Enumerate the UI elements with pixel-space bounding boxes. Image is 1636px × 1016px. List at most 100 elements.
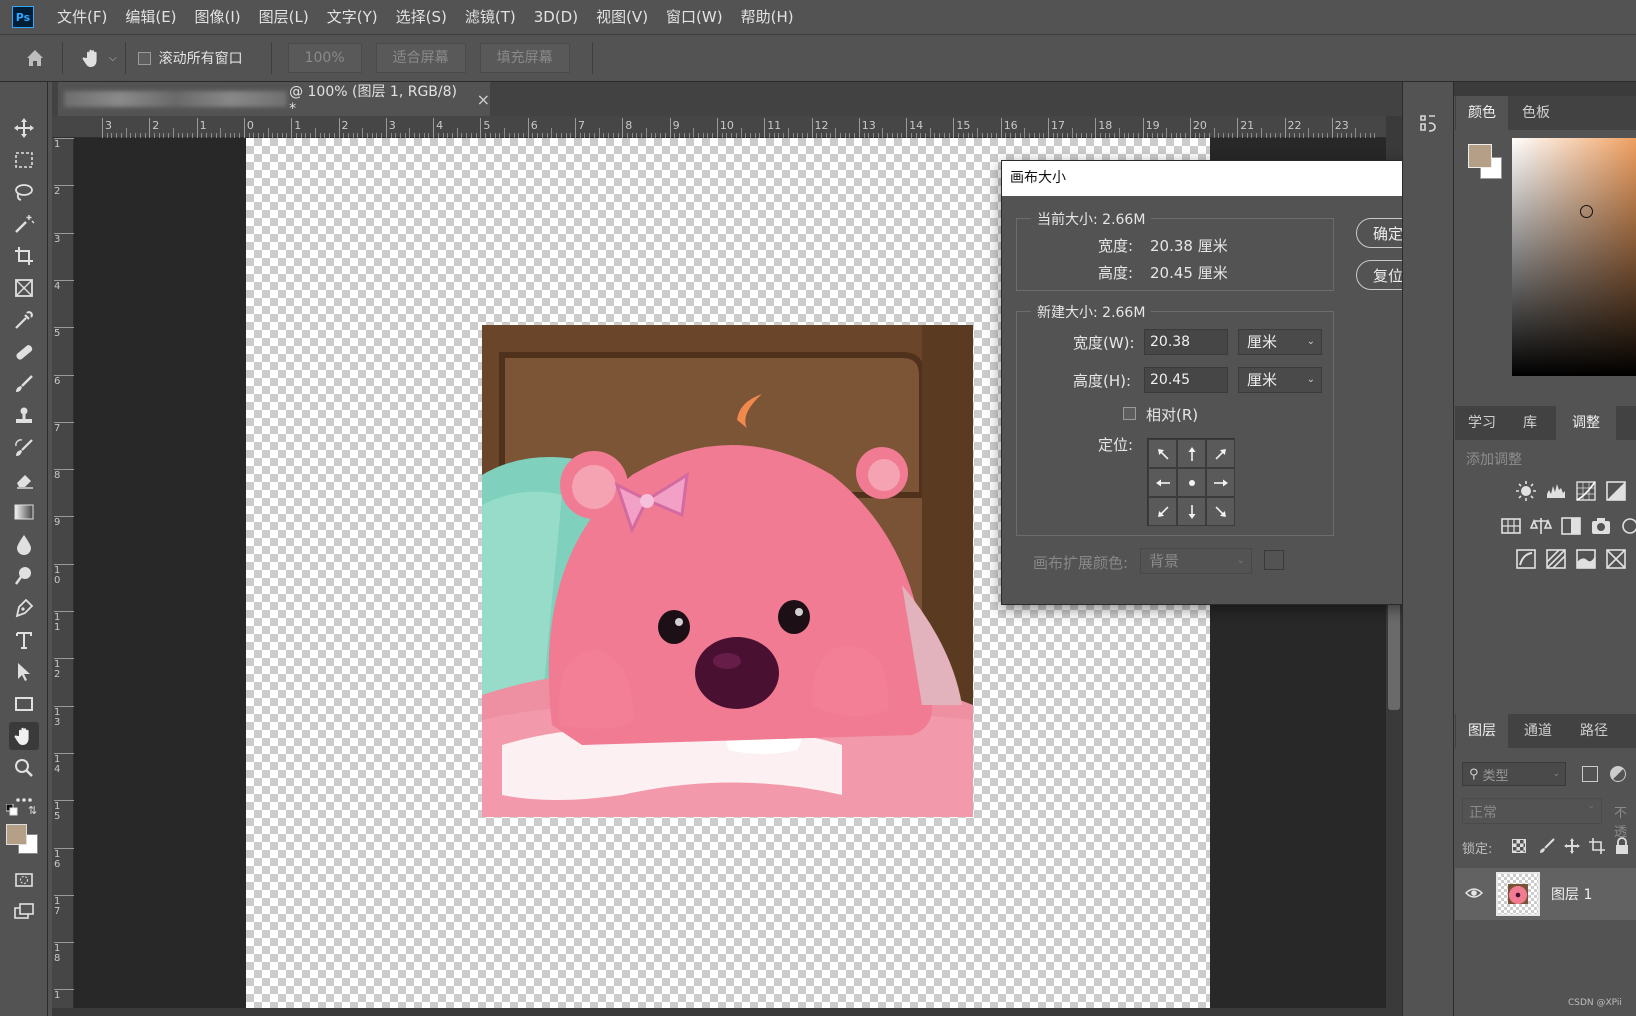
black-white-icon[interactable]: [1560, 515, 1582, 537]
pen-tool-icon[interactable]: [9, 594, 39, 622]
anchor-nw-icon[interactable]: [1148, 439, 1177, 468]
scroll-all-checkbox[interactable]: [137, 51, 151, 65]
eraser-icon[interactable]: [9, 466, 39, 494]
crop-tool-icon[interactable]: [9, 242, 39, 270]
eyedropper-icon[interactable]: [9, 306, 39, 334]
tab-paths[interactable]: 路径: [1566, 714, 1622, 748]
layer-name[interactable]: 图层 1: [1551, 884, 1592, 904]
posterize-icon[interactable]: [1545, 548, 1567, 570]
tab-learn[interactable]: 学习: [1456, 406, 1508, 440]
healing-brush-icon[interactable]: [9, 338, 39, 366]
eye-visibility-icon[interactable]: [1464, 884, 1484, 902]
menu-filter[interactable]: 滤镜(T): [456, 0, 525, 34]
path-selection-icon[interactable]: [9, 658, 39, 686]
menu-type[interactable]: 文字(Y): [318, 0, 387, 34]
history-brush-icon[interactable]: [9, 434, 39, 462]
document-tab[interactable]: @ 100% (图层 1, RGB/8) * ×: [58, 82, 490, 117]
foreground-color-swatch[interactable]: [6, 824, 27, 845]
channel-mixer-icon[interactable]: [1618, 515, 1636, 537]
menu-file[interactable]: 文件(F): [48, 0, 116, 34]
tab-adjustments[interactable]: 调整: [1556, 406, 1616, 440]
anchor-se-icon[interactable]: [1206, 497, 1235, 526]
lock-pixels-icon[interactable]: [1538, 837, 1556, 855]
fill-screen-button[interactable]: 填充屏幕: [479, 43, 570, 73]
anchor-n-icon[interactable]: [1177, 439, 1206, 468]
fit-screen-button[interactable]: 适合屏幕: [375, 43, 466, 73]
home-icon[interactable]: [22, 45, 48, 71]
lock-position-icon[interactable]: [1563, 837, 1581, 855]
marquee-tool-icon[interactable]: [9, 146, 39, 174]
lock-all-icon[interactable]: [1614, 837, 1630, 855]
relative-checkbox[interactable]: [1123, 407, 1136, 420]
tab-swatches[interactable]: 色板: [1510, 96, 1562, 130]
gradient-tool-icon[interactable]: [9, 498, 39, 526]
photo-filter-icon[interactable]: [1590, 515, 1612, 537]
blur-tool-icon[interactable]: [9, 530, 39, 558]
magic-wand-icon[interactable]: [9, 210, 39, 238]
filter-adjustment-icon[interactable]: [1610, 766, 1626, 782]
menu-select[interactable]: 选择(S): [387, 0, 456, 34]
clone-stamp-icon[interactable]: [9, 402, 39, 430]
menu-help[interactable]: 帮助(H): [732, 0, 803, 34]
layer-filter-select[interactable]: ⚲ 类型 ⌄: [1462, 762, 1566, 786]
curves-icon[interactable]: [1575, 480, 1597, 502]
balance-icon[interactable]: [1529, 515, 1553, 537]
threshold-icon[interactable]: [1575, 548, 1597, 570]
menu-layer[interactable]: 图层(L): [250, 0, 318, 34]
blend-mode-select[interactable]: 正常 ⌄: [1462, 798, 1602, 824]
anchor-e-icon[interactable]: [1206, 468, 1235, 497]
tab-channels[interactable]: 通道: [1510, 714, 1566, 748]
width-input[interactable]: 20.38: [1144, 329, 1228, 355]
default-colors-icon[interactable]: [5, 803, 18, 816]
filter-image-icon[interactable]: [1582, 766, 1598, 782]
gradient-map-icon[interactable]: [1605, 548, 1627, 570]
layer-thumbnail[interactable]: [1496, 872, 1540, 916]
rectangle-tool-icon[interactable]: [9, 690, 39, 718]
swap-colors-icon[interactable]: ⇅: [28, 804, 40, 817]
type-tool-icon[interactable]: [9, 626, 39, 654]
anchor-ne-icon[interactable]: [1206, 439, 1235, 468]
tab-color[interactable]: 颜色: [1456, 96, 1508, 130]
panel-foreground-color-swatch[interactable]: [1468, 144, 1492, 168]
move-tool-icon[interactable]: [9, 114, 39, 142]
close-tab-icon[interactable]: ×: [477, 90, 490, 109]
anchor-sw-icon[interactable]: [1148, 497, 1177, 526]
layer-row[interactable]: 图层 1: [1455, 868, 1636, 920]
quick-mask-icon[interactable]: [9, 866, 39, 894]
lasso-tool-icon[interactable]: [9, 178, 39, 206]
anchor-w-icon[interactable]: [1148, 468, 1177, 497]
height-input[interactable]: 20.45: [1144, 367, 1228, 393]
width-unit-select[interactable]: 厘米 ⌄: [1238, 329, 1322, 355]
lock-artboard-icon[interactable]: [1588, 837, 1606, 855]
zoom-percent-field[interactable]: 100%: [287, 43, 362, 73]
chevron-down-icon[interactable]: ⌵: [109, 53, 117, 64]
menu-edit[interactable]: 编辑(E): [116, 0, 185, 34]
lock-transparency-icon[interactable]: [1512, 839, 1526, 853]
hand-tool-active-icon[interactable]: [9, 722, 39, 750]
dodge-tool-icon[interactable]: [9, 562, 39, 590]
invert-icon[interactable]: [1515, 548, 1537, 570]
tab-layers[interactable]: 图层: [1456, 714, 1508, 748]
brightness-contrast-icon[interactable]: [1515, 480, 1537, 502]
vibrance-icon[interactable]: [1500, 515, 1522, 537]
tab-libraries[interactable]: 库: [1508, 406, 1552, 440]
color-field[interactable]: [1512, 138, 1636, 376]
exposure-icon[interactable]: [1605, 480, 1627, 502]
anchor-s-icon[interactable]: [1177, 497, 1206, 526]
levels-icon[interactable]: [1545, 480, 1567, 502]
brush-tool-icon[interactable]: [9, 370, 39, 398]
height-unit-select[interactable]: 厘米 ⌄: [1238, 367, 1322, 393]
menu-view[interactable]: 视图(V): [587, 0, 657, 34]
frame-tool-icon[interactable]: [9, 274, 39, 302]
zoom-tool-icon[interactable]: [9, 754, 39, 782]
canvas-extension-color-select[interactable]: 背景 ⌄: [1140, 548, 1252, 574]
hand-tool-icon[interactable]: [81, 47, 103, 69]
extension-color-swatch[interactable]: [1264, 550, 1284, 570]
color-picker-cursor[interactable]: [1580, 205, 1593, 218]
menu-3d[interactable]: 3D(D): [525, 0, 587, 34]
menu-window[interactable]: 窗口(W): [657, 0, 732, 34]
properties-icon[interactable]: [1417, 112, 1439, 134]
screen-mode-icon[interactable]: [9, 898, 39, 926]
anchor-center-icon[interactable]: [1177, 468, 1206, 497]
menu-image[interactable]: 图像(I): [186, 0, 250, 34]
